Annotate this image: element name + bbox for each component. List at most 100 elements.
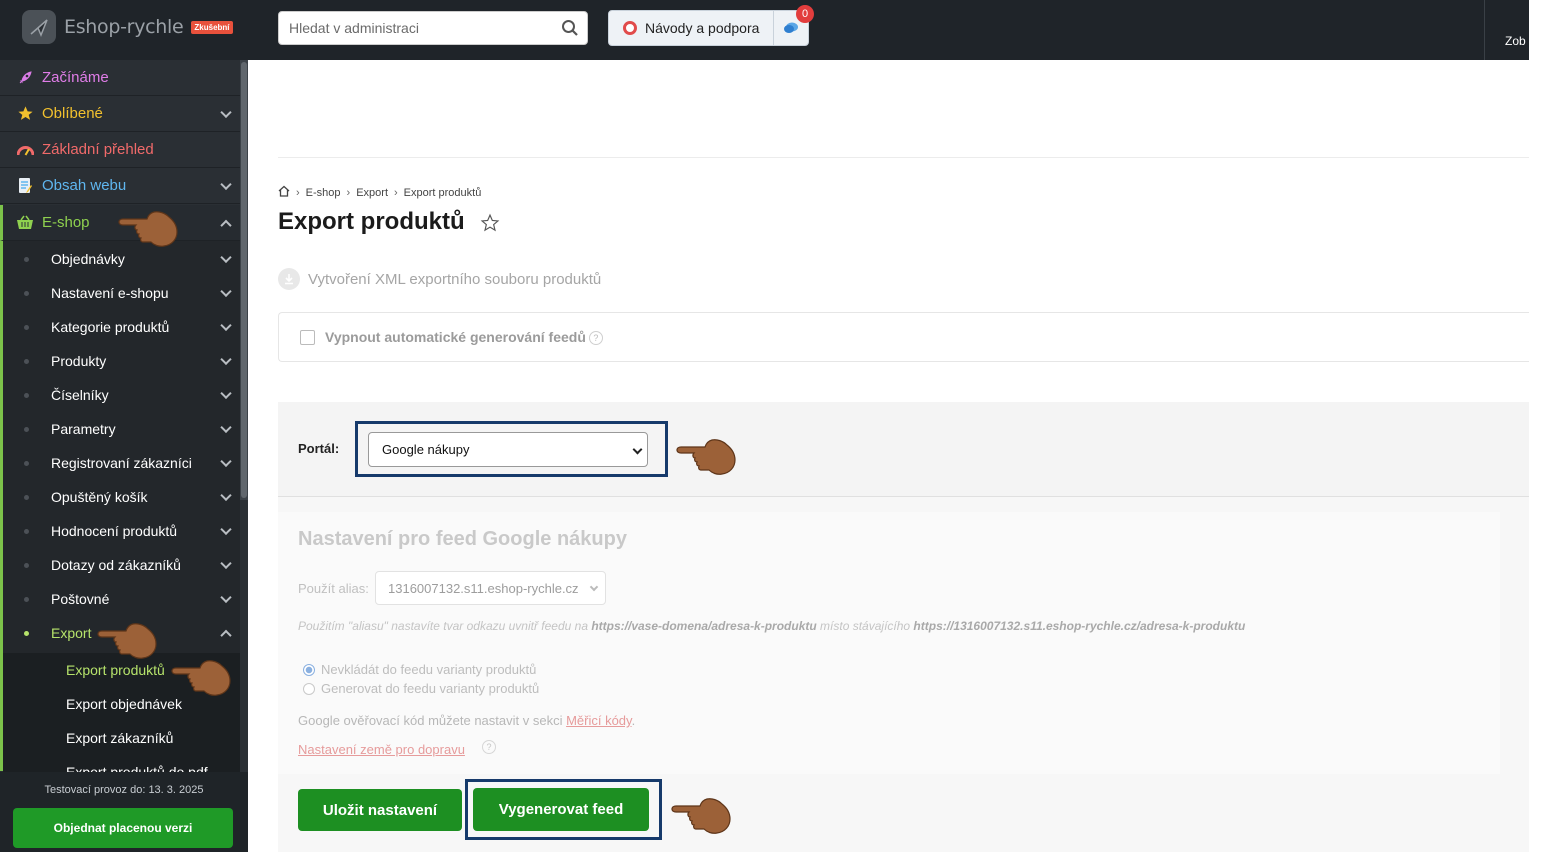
generate-feed-button[interactable]: Vygenerovat feed	[473, 788, 649, 831]
sidebar-subitem-hodnoceni[interactable]: Hodnocení produktů	[0, 514, 240, 548]
topbar-truncated-item[interactable]: Zob	[1505, 34, 1529, 48]
save-settings-button[interactable]: Uložit nastavení	[298, 789, 462, 831]
sidebar-subitem-label: Nastavení e-shopu	[51, 285, 169, 301]
alias-select[interactable]: 1316007132.s11.eshop-rychle.cz	[375, 571, 606, 605]
breadcrumb: › E-shop › Export › Export produktů	[278, 185, 481, 200]
chevron-down-icon	[220, 591, 232, 604]
sidebar-item-oblibene[interactable]: Oblíbené	[0, 96, 240, 132]
chevron-down-icon	[220, 353, 232, 366]
sidebar-subitem-label: Registrovaní zákazníci	[51, 455, 192, 471]
radio-variants-row[interactable]: Generovat do feedu varianty produktů	[303, 681, 539, 696]
document-edit-icon	[16, 177, 34, 195]
auto-generate-label: Vypnout automatické generování feedů?	[325, 329, 603, 346]
brand-name: Eshop-rychle	[64, 16, 184, 38]
brand-logo[interactable]: Eshop-rychle Zkušební	[22, 10, 233, 44]
sidebar-item-label: Základní přehled	[42, 141, 154, 158]
sidebar-subitem-label: Produkty	[51, 353, 107, 369]
star-icon	[16, 105, 34, 123]
chevron-down-icon	[220, 489, 232, 502]
portal-select-value: Google nákupy	[382, 442, 470, 457]
chevron-down-icon	[220, 387, 232, 400]
chevron-down-icon	[220, 178, 232, 190]
chevron-down-icon	[632, 444, 643, 455]
sidebar-item-label: Začínáme	[42, 69, 109, 86]
bullet-icon	[24, 631, 29, 636]
search-input[interactable]	[279, 12, 549, 44]
breadcrumb-link-export[interactable]: Export	[356, 187, 388, 199]
radio-no-variants-label: Nevkládát do feedu varianty produktů	[321, 662, 537, 677]
pointing-hand-icon	[118, 211, 178, 247]
breadcrumb-separator: ›	[394, 186, 398, 199]
chevron-down-icon	[220, 251, 232, 264]
radio-no-variants-row[interactable]: Nevkládát do feedu varianty produktů	[303, 662, 536, 677]
order-paid-version-button[interactable]: Objednat placenou verzi	[13, 808, 233, 848]
header-divider	[278, 157, 1529, 158]
sidebar-subitem-label: Poštovné	[51, 591, 110, 607]
help-icon[interactable]: ?	[588, 331, 603, 346]
sidebar-item-obsah-webu[interactable]: Obsah webu	[0, 168, 240, 204]
chevron-down-icon	[589, 582, 599, 592]
sidebar-subitem-parametry[interactable]: Parametry	[0, 412, 240, 446]
right-edge	[1529, 0, 1551, 852]
bullet-icon	[24, 563, 29, 568]
help-icon[interactable]: ?	[482, 740, 496, 754]
breadcrumb-separator: ›	[296, 186, 300, 199]
chevron-down-icon	[220, 421, 232, 434]
pointing-hand-icon	[671, 798, 731, 834]
alias-label: Použít alias:	[298, 581, 369, 596]
sidebar-subitem-produkty[interactable]: Produkty	[0, 344, 240, 378]
lifebuoy-icon	[623, 21, 637, 35]
radio-variants[interactable]	[303, 682, 315, 695]
sidebar-subitem-ciselniky[interactable]: Číselníky	[0, 378, 240, 412]
page-subtitle-text: Vytvoření XML exportního souboru produkt…	[308, 270, 602, 288]
sidebar-subitem-opusteny-kosik[interactable]: Opuštěný košík	[0, 480, 240, 514]
search-icon[interactable]	[561, 19, 579, 40]
topbar-divider	[1484, 0, 1485, 60]
chat-icon	[784, 22, 798, 33]
breadcrumb-current: Export produktů	[403, 186, 482, 199]
sidebar-subsubitem-label: Export objednávek	[66, 696, 182, 712]
sidebar-subitem-kategorie[interactable]: Kategorie produktů	[0, 310, 240, 344]
sidebar-item-label: Obsah webu	[42, 177, 127, 194]
chevron-down-icon	[220, 106, 232, 118]
help-support-label: Návody a podpora	[645, 20, 760, 36]
sidebar-item-zakladni-prehled[interactable]: Základní přehled	[0, 132, 240, 168]
sidebar-item-label: Oblíbené	[42, 105, 103, 122]
settings-card	[278, 512, 1500, 774]
trial-badge: Zkušební	[191, 20, 233, 34]
sidebar-subitem-registrovani[interactable]: Registrovaní zákazníci	[0, 446, 240, 480]
sidebar-subitem-postovne[interactable]: Poštovné	[0, 582, 240, 616]
help-support-button[interactable]: Návody a podpora	[608, 10, 774, 46]
portal-select[interactable]: Google nákupy	[368, 432, 648, 467]
trial-expiry-text: Testovací provoz do: 13. 3. 2025	[44, 784, 204, 796]
rocket-icon	[16, 69, 34, 87]
sidebar-subitem-label: Hodnocení produktů	[51, 523, 178, 539]
sidebar-subitem-nastaveni-eshopu[interactable]: Nastavení e-shopu	[0, 276, 240, 310]
pointing-hand-icon	[676, 439, 736, 475]
chevron-down-icon	[220, 455, 232, 468]
alias-current-url: https://1316007132.s11.eshop-rychle.cz/a…	[913, 619, 1246, 633]
bullet-icon	[24, 495, 29, 500]
google-verification-note: Google ověřovací kód můžete nastavit v s…	[298, 713, 636, 728]
pointing-hand-icon	[171, 660, 231, 696]
sidebar-subsubitem-export-zakazniku[interactable]: Export zákazníků	[3, 721, 240, 755]
sidebar-subsubitem-export-pdf[interactable]: Export produktů do pdf	[3, 755, 240, 772]
portal-label: Portál:	[298, 441, 340, 456]
sidebar-scrollbar-thumb[interactable]	[241, 62, 247, 498]
alias-note: Použitím "aliasu" nastavíte tvar odkazu …	[298, 619, 1246, 633]
bullet-icon	[24, 325, 29, 330]
breadcrumb-link-eshop[interactable]: E-shop	[306, 187, 341, 199]
favorite-star-icon[interactable]	[480, 213, 500, 236]
sidebar-subitem-label: Kategorie produktů	[51, 319, 170, 335]
sidebar-subitem-dotazy[interactable]: Dotazy od zákazníků	[0, 548, 240, 582]
home-icon[interactable]	[278, 185, 290, 200]
chevron-up-icon	[220, 219, 232, 231]
shipping-country-link[interactable]: Nastavení země pro dopravu	[298, 742, 465, 757]
alias-example-url: https://vase-domena/adresa-k-produktu	[591, 619, 817, 633]
sidebar-item-zaciname[interactable]: Začínáme	[0, 60, 240, 96]
sidebar-subitem-label: Export	[51, 625, 92, 641]
bullet-icon	[24, 597, 29, 602]
auto-generate-checkbox[interactable]	[300, 330, 315, 345]
radio-no-variants[interactable]	[303, 663, 315, 676]
measuring-codes-link[interactable]: Měřicí kódy	[566, 713, 632, 728]
